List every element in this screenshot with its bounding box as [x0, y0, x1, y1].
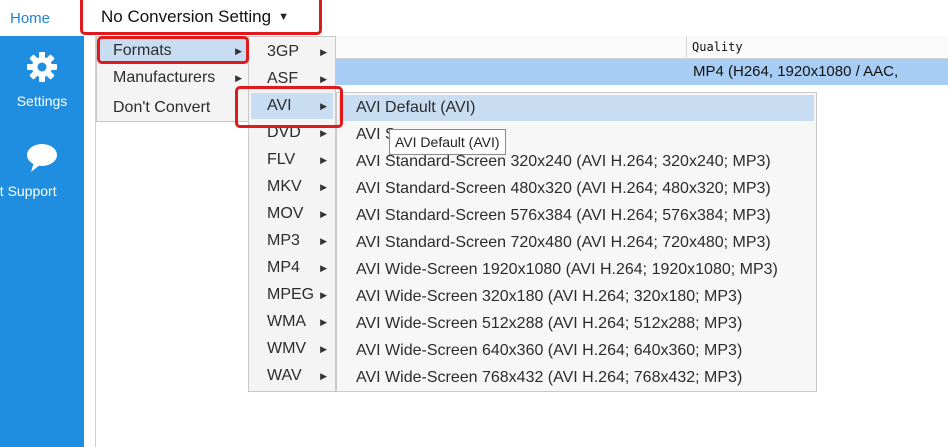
menu-item-label: ASF	[267, 70, 299, 87]
menu-item-wav[interactable]: WAV ▶	[251, 363, 333, 389]
menu-item-mov[interactable]: MOV ▶	[251, 201, 333, 227]
sidebar: Settings et Support	[0, 36, 84, 447]
submenu-arrow-icon: ▶	[320, 182, 327, 192]
menu-item-label: WMA	[267, 313, 307, 330]
menu-item-label: AVI Wide-Screen 512x288 (AVI H.264; 512x…	[356, 315, 743, 332]
menu-item-dont-convert[interactable]: Don't Convert	[99, 95, 248, 121]
submenu-arrow-icon: ▶	[320, 344, 327, 354]
menu-item-label: AVI Wide-Screen 768x432 (AVI H.264; 768x…	[356, 369, 743, 386]
menu-item-label: AVI Wide-Screen 1920x1080 (AVI H.264; 19…	[356, 261, 778, 278]
column-header-quality[interactable]: Quality	[686, 36, 743, 58]
menu-item-avi-preset[interactable]: AVI Wide-Screen 320x180 (AVI H.264; 320x…	[339, 284, 814, 310]
menu-item-label: MKV	[267, 178, 302, 195]
menu-item-label: MPEG	[267, 286, 315, 303]
menu-item-label: AVI Wide-Screen 640x360 (AVI H.264; 640x…	[356, 342, 743, 359]
submenu-arrow-icon: ▶	[320, 47, 327, 57]
menu-item-wmv[interactable]: WMV ▶	[251, 336, 333, 362]
menu-item-label: MP4	[267, 259, 300, 276]
submenu-arrow-icon: ▶	[320, 236, 327, 246]
menu-item-avi-preset[interactable]: AVI Wide-Screen 768x432 (AVI H.264; 768x…	[339, 365, 814, 391]
home-link[interactable]: Home	[0, 0, 84, 36]
annotation-box-conversion-dropdown	[80, 0, 322, 35]
menu-item-flv[interactable]: FLV ▶	[251, 147, 333, 173]
menu-item-avi-preset[interactable]: AVI Wide-Screen 640x360 (AVI H.264; 640x…	[339, 338, 814, 364]
menu-item-manufacturers[interactable]: Manufacturers ▶	[99, 65, 248, 91]
menu-item-avi-preset[interactable]: AVI Standard-Screen 576x384 (AVI H.264; …	[339, 203, 814, 229]
row-quality-cell: MP4 (H264, 1920x1080 / AAC,	[693, 63, 899, 80]
menu-item-avi-preset[interactable]: AVI Standard-Screen 480x320 (AVI H.264; …	[339, 176, 814, 202]
gear-icon	[0, 50, 84, 87]
menu-item-wma[interactable]: WMA ▶	[251, 309, 333, 335]
sidebar-item-label: Settings	[16, 93, 68, 109]
sidebar-item-support[interactable]: et Support	[0, 142, 84, 199]
submenu-arrow-icon: ▶	[320, 317, 327, 327]
sidebar-item-label: et Support	[0, 183, 57, 199]
menu-item-avi-preset[interactable]: AVI Standard-Screen 720x480 (AVI H.264; …	[339, 230, 814, 256]
menu-item-label: AVI Default (AVI)	[356, 99, 476, 116]
menu-item-mpeg[interactable]: MPEG ▶	[251, 282, 333, 308]
menu-item-label: AVI Standard-Screen 320x240 (AVI H.264; …	[356, 153, 771, 170]
submenu-arrow-icon: ▶	[320, 371, 327, 381]
menu-item-label: Manufacturers	[113, 69, 216, 86]
menu-item-label: Don't Convert	[113, 99, 211, 116]
chat-bubble-icon	[0, 142, 84, 177]
annotation-box-avi	[235, 86, 343, 128]
submenu-arrow-icon: ▶	[320, 263, 327, 273]
tooltip-text: AVI Default (AVI)	[395, 134, 500, 150]
submenu-arrow-icon: ▶	[320, 155, 327, 165]
menu-item-label: MP3	[267, 232, 300, 249]
annotation-box-formats	[97, 36, 249, 64]
menu-item-mkv[interactable]: MKV ▶	[251, 174, 333, 200]
menu-item-label: WAV	[267, 367, 302, 384]
menu-item-label: AVI Standard-Screen 720x480 (AVI H.264; …	[356, 234, 771, 251]
menu-item-label: AVI Standard-Screen 576x384 (AVI H.264; …	[356, 207, 771, 224]
submenu-arrow-icon: ▶	[320, 290, 327, 300]
menu-item-label: AVI Standard-Screen 480x320 (AVI H.264; …	[356, 180, 771, 197]
menu-item-avi-preset[interactable]: AVI Default (AVI)	[339, 95, 814, 121]
menu-item-label: AVI Wide-Screen 320x180 (AVI H.264; 320x…	[356, 288, 743, 305]
menu-item-label: 3GP	[267, 43, 300, 60]
tooltip: AVI Default (AVI)	[389, 129, 506, 155]
menu-item-label: WMV	[267, 340, 307, 357]
home-label: Home	[10, 9, 51, 27]
submenu-arrow-icon: ▶	[320, 209, 327, 219]
menu-item-mp3[interactable]: MP3 ▶	[251, 228, 333, 254]
menu-item-label: FLV	[267, 151, 296, 168]
menu-item-avi-preset[interactable]: AVI Wide-Screen 512x288 (AVI H.264; 512x…	[339, 311, 814, 337]
menu-item-mp4[interactable]: MP4 ▶	[251, 255, 333, 281]
menu-item-3gp[interactable]: 3GP ▶	[251, 39, 333, 65]
sidebar-item-settings[interactable]: Settings	[0, 50, 84, 109]
menu-item-label: MOV	[267, 205, 304, 222]
menu-item-avi-preset[interactable]: AVI Wide-Screen 1920x1080 (AVI H.264; 19…	[339, 257, 814, 283]
